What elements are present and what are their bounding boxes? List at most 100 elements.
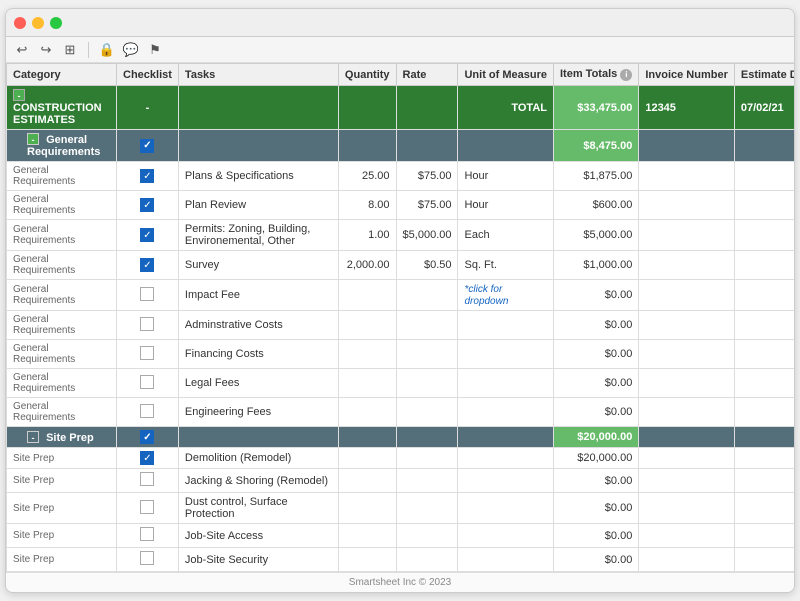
rate-cell xyxy=(396,448,458,469)
total-cell: $1,000.00 xyxy=(554,251,639,280)
table-row: General Requirements Plan Review 8.00 $7… xyxy=(7,191,795,220)
checkbox[interactable] xyxy=(140,287,154,301)
category-cell: Site Prep xyxy=(7,448,117,469)
estimate-cell xyxy=(734,493,794,524)
checkbox[interactable] xyxy=(140,404,154,418)
checkbox[interactable] xyxy=(140,527,154,541)
invoice-cell xyxy=(639,548,735,572)
checkbox[interactable] xyxy=(140,500,154,514)
group-expand-icon[interactable]: - xyxy=(27,133,39,145)
unit-cell xyxy=(458,398,554,427)
checkbox[interactable] xyxy=(140,317,154,331)
checkbox[interactable] xyxy=(140,451,154,465)
table-row: General Requirements Adminstrative Costs… xyxy=(7,311,795,340)
checkbox[interactable] xyxy=(140,472,154,486)
info-icon[interactable]: i xyxy=(620,69,632,81)
total-cell: $0.00 xyxy=(554,548,639,572)
construction-estimate-date: 07/02/21 xyxy=(734,86,794,130)
format-icon[interactable]: ⊞ xyxy=(62,42,78,58)
category-cell: General Requirements xyxy=(7,369,117,398)
site-prep-expand-icon[interactable]: - xyxy=(27,431,39,443)
invoice-cell xyxy=(639,469,735,493)
rate-cell xyxy=(396,398,458,427)
category-cell: Site Prep xyxy=(7,469,117,493)
estimate-cell xyxy=(734,369,794,398)
site-prep-qty xyxy=(338,427,396,448)
checkbox[interactable] xyxy=(140,346,154,360)
site-prep-checkbox[interactable] xyxy=(140,430,154,444)
qty-cell: 2,000.00 xyxy=(338,251,396,280)
task-cell: Plans & Specifications xyxy=(178,162,338,191)
construction-header-row: - CONSTRUCTION ESTIMATES - TOTAL $33,475… xyxy=(7,86,795,130)
category-cell: General Requirements xyxy=(7,191,117,220)
checkbox[interactable] xyxy=(140,169,154,183)
rate-cell: $75.00 xyxy=(396,191,458,220)
undo-icon[interactable]: ↩ xyxy=(14,42,30,58)
checkbox[interactable] xyxy=(140,228,154,242)
general-req-rate xyxy=(396,130,458,162)
toolbar-divider xyxy=(88,42,89,58)
general-req-total: $8,475.00 xyxy=(554,130,639,162)
unit-cell xyxy=(458,469,554,493)
table-row: Site Prep Job-Site Access $0.00 xyxy=(7,524,795,548)
site-prep-invoice xyxy=(639,427,735,448)
unit-cell: Sq. Ft. xyxy=(458,251,554,280)
close-button[interactable] xyxy=(14,17,26,29)
task-cell: Dust control, Surface Protection xyxy=(178,493,338,524)
checklist-cell xyxy=(117,493,179,524)
spreadsheet-container: Category Checklist Tasks Quantity Rate U… xyxy=(6,63,794,572)
checkbox[interactable] xyxy=(140,551,154,565)
expand-icon[interactable]: - xyxy=(13,89,25,101)
redo-icon[interactable]: ↪ xyxy=(38,42,54,58)
table-row: General Requirements Impact Fee *click f… xyxy=(7,280,795,311)
col-checklist: Checklist xyxy=(117,64,179,86)
category-cell: General Requirements xyxy=(7,311,117,340)
category-cell: General Requirements xyxy=(7,280,117,311)
checkbox[interactable] xyxy=(140,198,154,212)
estimate-cell xyxy=(734,340,794,369)
invoice-cell xyxy=(639,280,735,311)
unit-cell xyxy=(458,548,554,572)
general-req-checkbox[interactable] xyxy=(140,139,154,153)
total-cell: $5,000.00 xyxy=(554,220,639,251)
maximize-button[interactable] xyxy=(50,17,62,29)
site-prep-tasks xyxy=(178,427,338,448)
minimize-button[interactable] xyxy=(32,17,44,29)
checklist-cell xyxy=(117,448,179,469)
checklist-cell xyxy=(117,280,179,311)
invoice-cell xyxy=(639,398,735,427)
unit-cell xyxy=(458,311,554,340)
invoice-cell xyxy=(639,162,735,191)
flag-icon[interactable]: ⚑ xyxy=(147,42,163,58)
rate-cell xyxy=(396,311,458,340)
unit-cell xyxy=(458,493,554,524)
general-req-estimate xyxy=(734,130,794,162)
total-cell: $600.00 xyxy=(554,191,639,220)
unit-cell: *click for dropdown xyxy=(458,280,554,311)
checkbox[interactable] xyxy=(140,258,154,272)
lock-icon[interactable]: 🔒 xyxy=(99,42,115,58)
table-row: General Requirements Permits: Zoning, Bu… xyxy=(7,220,795,251)
checklist-cell xyxy=(117,369,179,398)
comment-icon[interactable]: 💬 xyxy=(123,42,139,58)
general-req-checklist xyxy=(117,130,179,162)
total-cell: $0.00 xyxy=(554,524,639,548)
qty-cell xyxy=(338,369,396,398)
col-quantity: Quantity xyxy=(338,64,396,86)
general-req-unit xyxy=(458,130,554,162)
table-row: Site Prep Job-Site Security $0.00 xyxy=(7,548,795,572)
invoice-cell xyxy=(639,524,735,548)
qty-cell xyxy=(338,311,396,340)
checklist-cell xyxy=(117,311,179,340)
unit-cell xyxy=(458,448,554,469)
checkbox[interactable] xyxy=(140,375,154,389)
table-row: General Requirements Legal Fees $0.00 xyxy=(7,369,795,398)
qty-cell: 1.00 xyxy=(338,220,396,251)
construction-total: $33,475.00 xyxy=(554,86,639,130)
task-cell: Financing Costs xyxy=(178,340,338,369)
table-row: Site Prep Demolition (Remodel) $20,000.0… xyxy=(7,448,795,469)
task-cell: Survey xyxy=(178,251,338,280)
table-row: Site Prep Jacking & Shoring (Remodel) $0… xyxy=(7,469,795,493)
unit-cell: Hour xyxy=(458,162,554,191)
col-tasks: Tasks xyxy=(178,64,338,86)
